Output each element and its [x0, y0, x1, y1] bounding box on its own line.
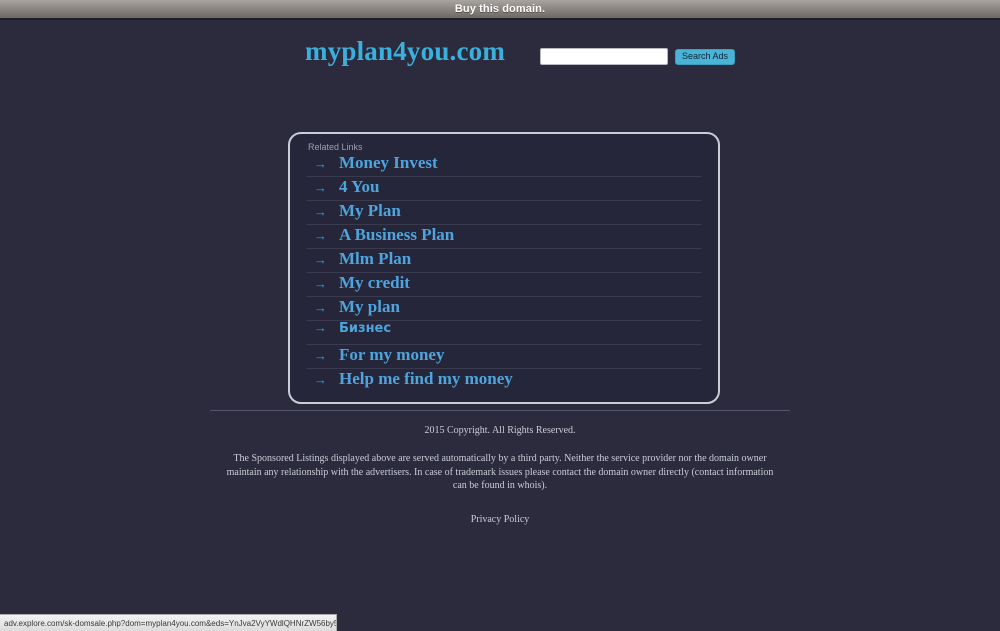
- related-link[interactable]: Money Invest: [339, 153, 438, 173]
- buy-domain-label: Buy this domain.: [454, 3, 546, 15]
- related-link[interactable]: For my money: [339, 345, 444, 365]
- list-item[interactable]: → Mlm Plan: [306, 249, 702, 273]
- list-item[interactable]: → For my money: [306, 345, 702, 369]
- arrow-right-icon: →: [314, 228, 327, 243]
- related-links-label: Related Links: [308, 142, 363, 152]
- list-item[interactable]: → My credit: [306, 273, 702, 297]
- footer-divider: [210, 410, 790, 411]
- arrow-right-icon: →: [314, 276, 327, 291]
- related-link[interactable]: 4 You: [339, 177, 379, 197]
- copyright-text: 2015 Copyright. All Rights Reserved.: [424, 425, 576, 436]
- arrow-right-icon: →: [314, 156, 327, 171]
- list-item[interactable]: → My plan: [306, 297, 702, 321]
- related-link[interactable]: Mlm Plan: [339, 249, 411, 269]
- arrow-right-icon: →: [314, 300, 327, 315]
- buy-domain-banner[interactable]: Buy this domain.: [0, 0, 1000, 20]
- search-input[interactable]: [540, 48, 668, 65]
- list-item[interactable]: → Money Invest: [306, 153, 702, 177]
- list-item[interactable]: → Help me find my money: [306, 369, 702, 392]
- page-footer: 2015 Copyright. All Rights Reserved. The…: [0, 410, 1000, 527]
- arrow-right-icon: →: [314, 320, 327, 335]
- privacy-policy-link[interactable]: Privacy Policy: [471, 514, 530, 525]
- list-item[interactable]: → My Plan: [306, 201, 702, 225]
- list-item[interactable]: → 4 You: [306, 177, 702, 201]
- related-link[interactable]: A Business Plan: [339, 225, 454, 245]
- related-link[interactable]: My plan: [339, 297, 400, 317]
- arrow-right-icon: →: [314, 180, 327, 195]
- list-item[interactable]: → Бизнес: [306, 321, 702, 345]
- status-bar-url: adv.explore.com/sk-domsale.php?dom=mypla…: [4, 618, 337, 628]
- disclaimer-text: The Sponsored Listings displayed above a…: [226, 453, 774, 491]
- arrow-right-icon: →: [314, 252, 327, 267]
- related-link[interactable]: My Plan: [339, 201, 401, 221]
- related-links-panel: Related Links → Money Invest → 4 You → M…: [288, 132, 720, 404]
- site-logo: myplan4you.com: [305, 36, 506, 66]
- page-content: myplan4you.com Search Ads Related Links …: [0, 22, 1000, 609]
- arrow-right-icon: →: [314, 348, 327, 363]
- arrow-right-icon: →: [314, 372, 327, 387]
- browser-status-bar: adv.explore.com/sk-domsale.php?dom=mypla…: [0, 614, 337, 631]
- related-links-list: → Money Invest → 4 You → My Plan → A Bus…: [306, 153, 702, 392]
- arrow-right-icon: →: [314, 204, 327, 219]
- related-link[interactable]: My credit: [339, 273, 410, 293]
- search-form: Search Ads: [540, 48, 736, 65]
- related-link[interactable]: Help me find my money: [339, 369, 513, 389]
- site-header: myplan4you.com Search Ads: [0, 22, 1000, 82]
- search-ads-button[interactable]: Search Ads: [675, 48, 736, 65]
- list-item[interactable]: → A Business Plan: [306, 225, 702, 249]
- related-link[interactable]: Бизнес: [339, 321, 391, 336]
